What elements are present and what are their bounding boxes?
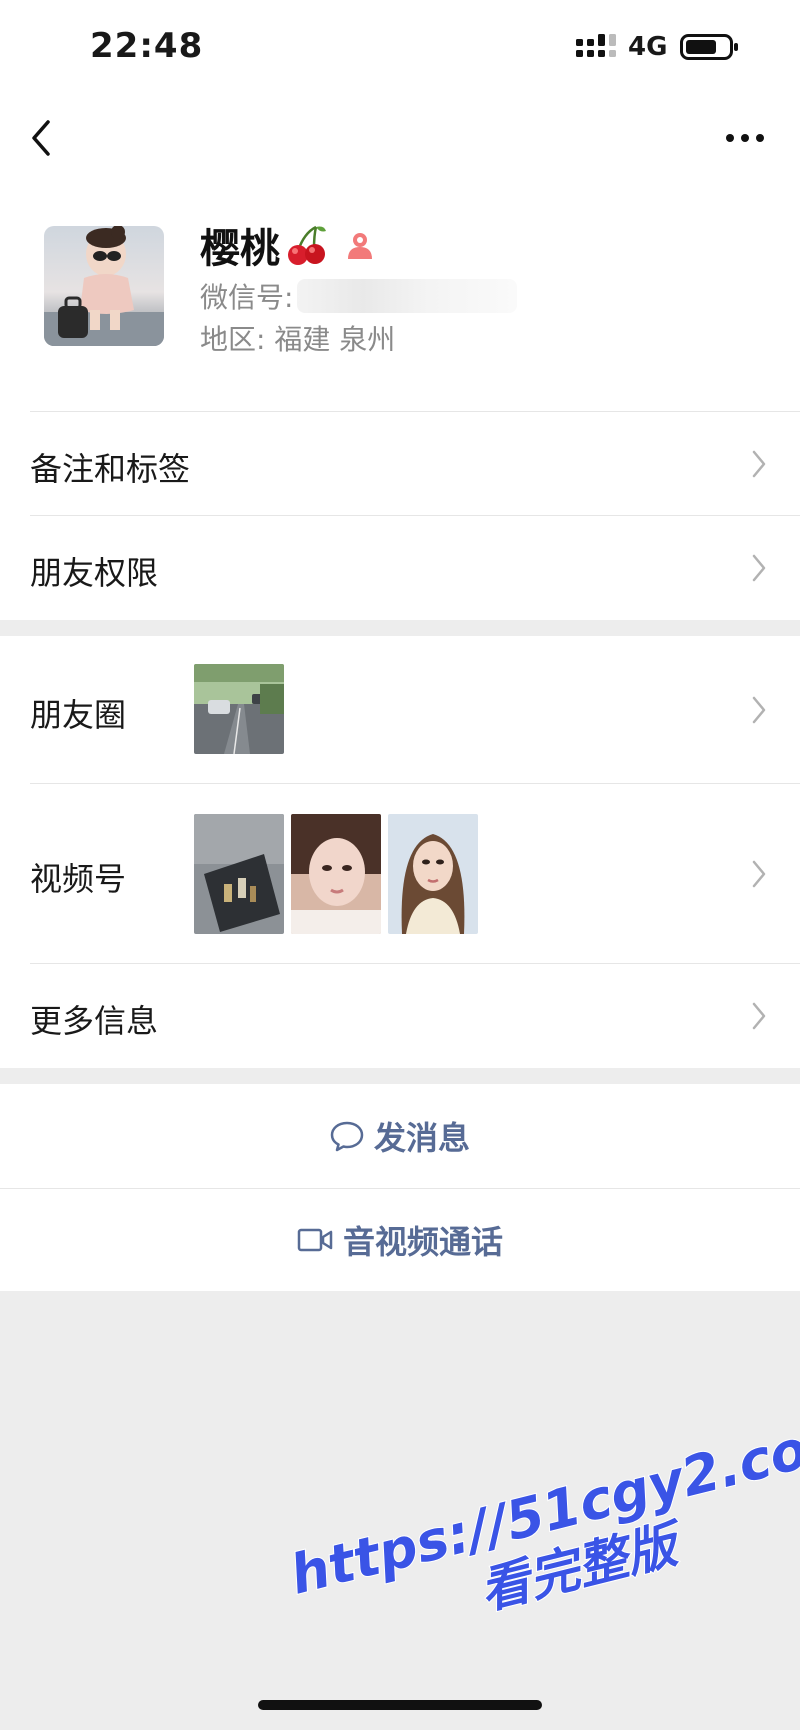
- avatar-image: [44, 226, 164, 346]
- signal-icon: [576, 34, 616, 57]
- av-call-button[interactable]: 音视频通话: [0, 1189, 800, 1291]
- home-indicator[interactable]: [258, 1700, 542, 1710]
- nav-bar: [0, 96, 800, 188]
- avatar[interactable]: [44, 226, 164, 346]
- chevron-right-icon: [752, 696, 766, 724]
- status-time: 22:48: [90, 26, 204, 66]
- video-call-icon: [297, 1228, 333, 1252]
- network-type: 4G: [628, 32, 668, 62]
- region-text: 地区: 福建 泉州: [200, 323, 396, 356]
- more-options-icon[interactable]: [722, 118, 768, 158]
- profile-header: 樱桃 微信号: 地区: 福建 泉州: [0, 188, 800, 412]
- send-message-label: 发消息: [373, 1119, 470, 1157]
- chevron-right-icon: [752, 860, 766, 888]
- row-moments-label: 朋友圈: [30, 696, 127, 734]
- battery-icon: [680, 34, 738, 60]
- row-more-info-label: 更多信息: [30, 1002, 159, 1040]
- row-remarks-and-tags[interactable]: 备注和标签: [0, 412, 800, 516]
- wechat-id-row: 微信号:: [200, 276, 518, 316]
- wechat-id-redacted: [297, 279, 518, 313]
- row-moments[interactable]: 朋友圈: [0, 636, 800, 784]
- chat-bubble-icon: [330, 1121, 364, 1152]
- profile-name: 樱桃: [200, 226, 280, 272]
- row-channels-label: 视频号: [30, 860, 127, 898]
- female-gender-icon: [348, 233, 372, 259]
- cherry-emoji-icon: [288, 225, 326, 265]
- chevron-right-icon: [752, 554, 766, 582]
- wechat-id-label: 微信号:: [200, 281, 294, 314]
- status-bar: 22:48 4G: [0, 0, 800, 96]
- moments-thumbnail: [194, 664, 284, 754]
- back-chevron-icon[interactable]: [24, 108, 60, 168]
- row-friend-permissions-label: 朋友权限: [30, 554, 159, 592]
- watermark: https://51cgy2.com 看完整版: [283, 1403, 800, 1730]
- row-remarks-label: 备注和标签: [30, 450, 191, 488]
- av-call-label: 音视频通话: [342, 1223, 503, 1261]
- row-more-info[interactable]: 更多信息: [0, 964, 800, 1068]
- row-channels[interactable]: 视频号: [0, 784, 800, 964]
- channels-thumbnail-2: [291, 814, 381, 934]
- chevron-right-icon: [752, 450, 766, 478]
- row-friend-permissions[interactable]: 朋友权限: [0, 516, 800, 620]
- channels-thumbnail-3: [388, 814, 478, 934]
- send-message-button[interactable]: 发消息: [0, 1084, 800, 1188]
- channels-thumbnail-1: [194, 814, 284, 934]
- chevron-right-icon: [752, 1002, 766, 1030]
